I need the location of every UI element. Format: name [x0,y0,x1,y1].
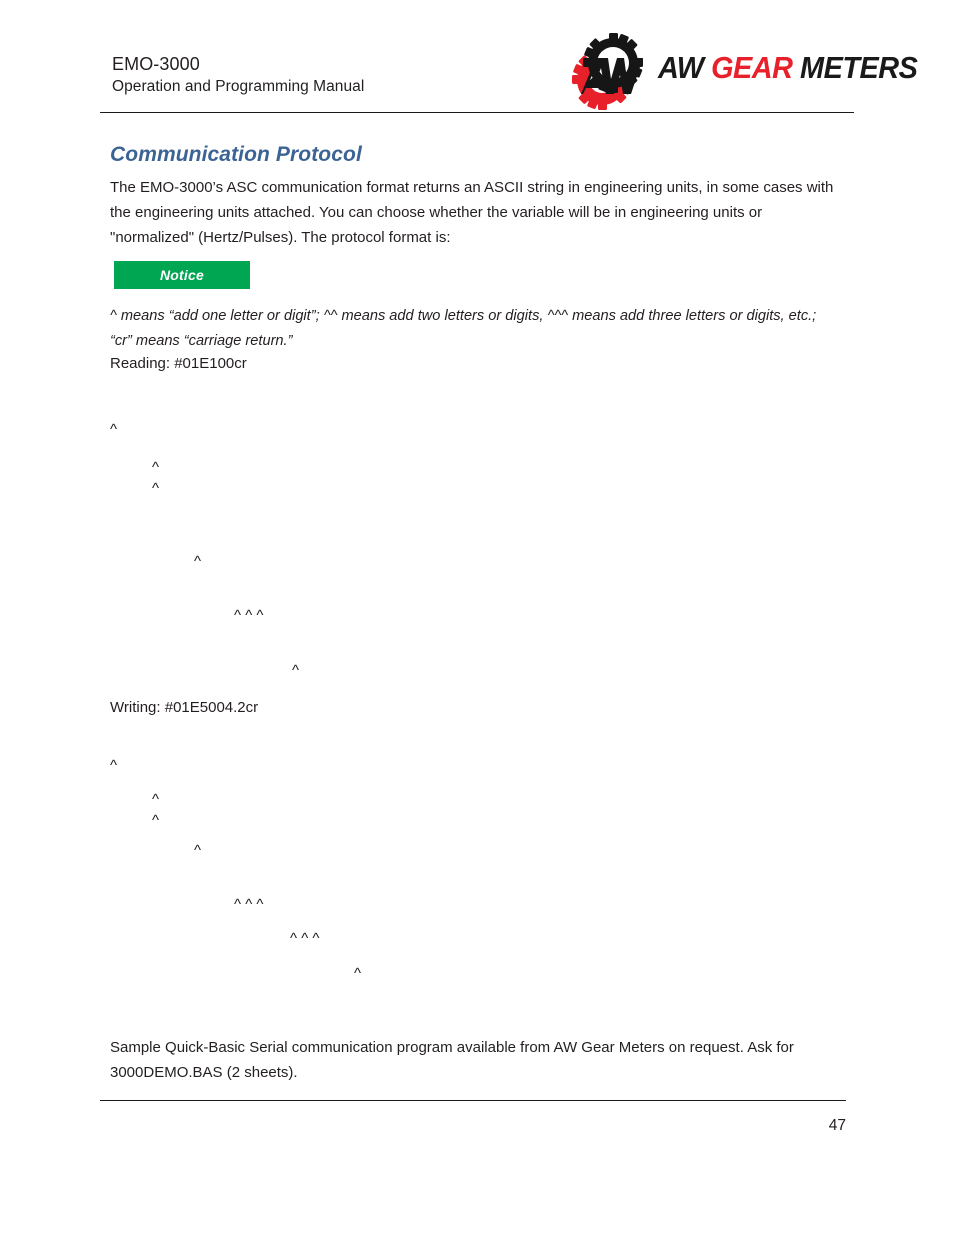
caret-mark: ^ [354,965,362,982]
writing-example: Writing: #01E5004.2cr [110,699,259,716]
caret-mark: ^ ^ ^ [234,607,264,624]
caret-mark: ^ [152,791,160,808]
footer-note: Sample Quick-Basic Serial communication … [110,1039,794,1081]
intro-paragraph: The EMO-3000’s ASC communication format … [110,179,834,246]
notice-badge: Notice [114,261,250,289]
logo-wordmark: AW GEAR METERS [658,50,918,85]
footer-divider [100,1100,846,1101]
caret-mark: ^ ^ ^ [234,896,264,913]
document-page: EMO-3000 Operation and Programming Manua… [0,0,954,1235]
page-title: Communication Protocol [110,143,362,167]
header-title-block: EMO-3000 Operation and Programming Manua… [112,52,364,98]
logo-word-meters: METERS [792,50,918,85]
caret-mark: ^ [152,812,160,829]
logo-word-gear: GEAR [711,50,793,85]
notice-text: ^ means “add one letter or digit”; ^^ me… [110,307,817,349]
page-header: EMO-3000 Operation and Programming Manua… [100,30,918,114]
reading-example: Reading: #01E100cr [110,355,247,372]
caret-mark: ^ [152,459,160,476]
caret-mark: ^ [110,757,118,774]
caret-mark: ^ [194,842,202,859]
caret-mark: ^ [194,553,202,570]
page-number: 47 [828,1117,846,1134]
logo-word-aw: AW [658,50,712,85]
caret-mark: ^ [110,421,118,438]
company-logo: AW GEAR METERS [555,30,918,112]
caret-mark: ^ [152,480,160,497]
caret-mark: ^ ^ ^ [290,930,320,947]
caret-mark: ^ [292,662,300,679]
document-subtitle: Operation and Programming Manual [112,78,365,95]
document-model-title: EMO-3000 [112,54,200,74]
gear-logo-icon [572,33,643,110]
header-divider [100,112,854,113]
